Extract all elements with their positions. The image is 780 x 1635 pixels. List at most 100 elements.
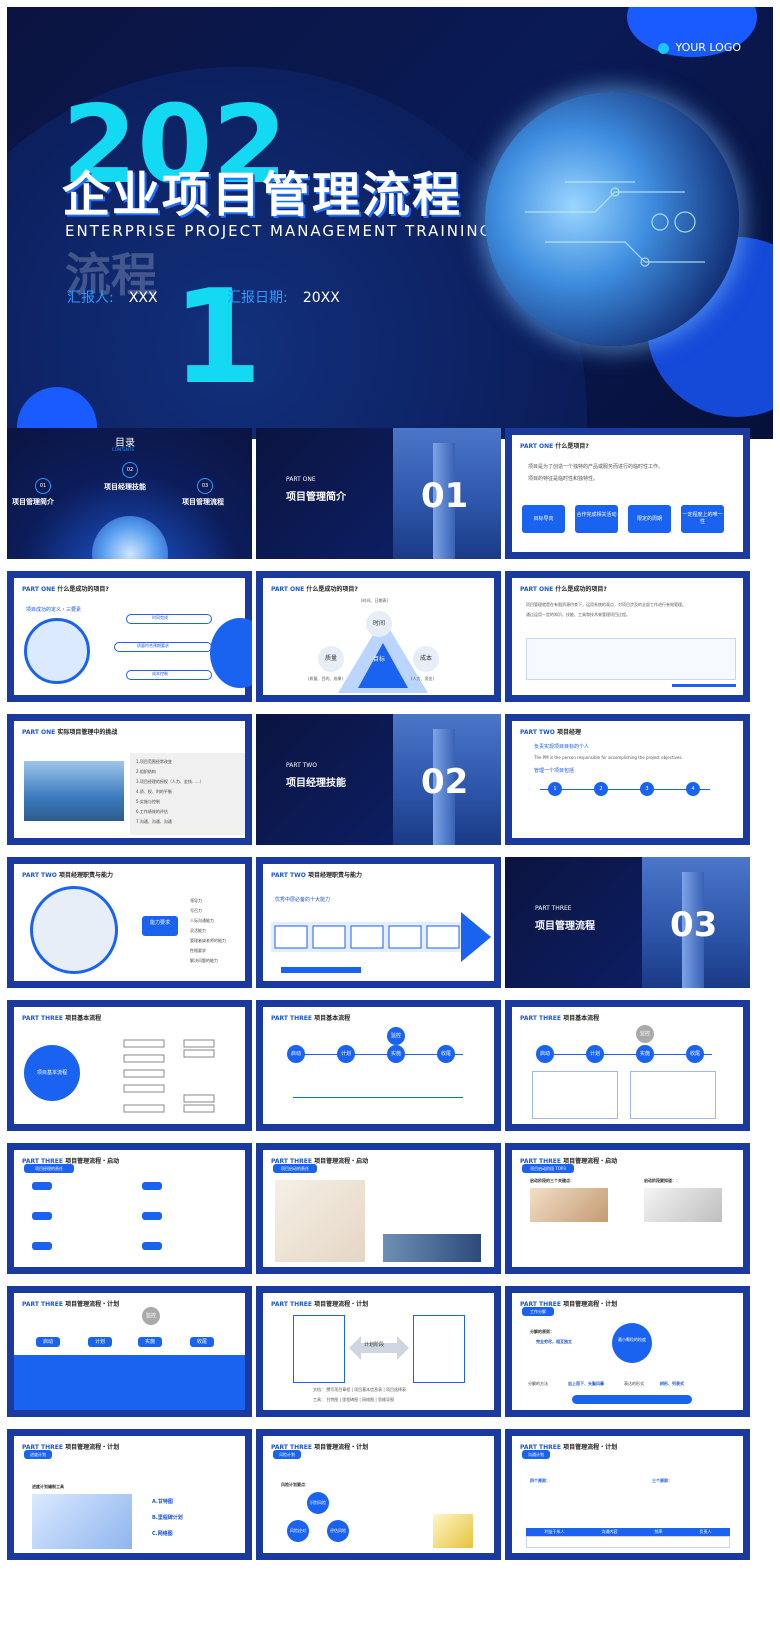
toc-item-3[interactable]: 项目管理流程	[182, 497, 224, 507]
slide-canvas: PART ONE 什么是项目? 项目是为了创造一个独特的产品或服务而进行的临时性…	[512, 435, 743, 552]
node-plan: 计划	[88, 1337, 112, 1347]
ability-pie	[30, 886, 118, 974]
slide-header: PART TWO 项目经理	[520, 729, 581, 736]
slide-header: PART THREE 项目管理流程・计划	[271, 1301, 369, 1308]
node-monitor: 监控	[636, 1025, 654, 1043]
slide-start-2[interactable]: PART THREE 项目管理流程・启动 项目启动的责任	[256, 1143, 501, 1274]
toc-item-1[interactable]: 项目管理简介	[12, 497, 54, 507]
step-4: 4	[686, 782, 700, 796]
col-frequency: 频率	[654, 1529, 663, 1534]
pm-en: The PM is the person responsible for acc…	[534, 755, 683, 760]
slide-success-1[interactable]: PART ONE 什么是成功的项目? 项目成功的定义・三要素 时间完成 质量符合…	[7, 571, 252, 702]
ability-5: 管理者或老师的能力	[190, 938, 226, 943]
flow-tree	[123, 1039, 215, 1113]
ability-list: 领导力 号召力 人际沟通能力 灵活能力 管理者或老师的能力 性格要求 解决问题的…	[190, 896, 226, 966]
slide-canvas: PART ONE 什么是成功的项目? 项目成功的定义・三要素 时间完成 质量符合…	[14, 578, 252, 695]
slide-toc[interactable]: 目录 CONTENTS 01 项目管理简介 02 项目经理技能 03 项目管理流…	[7, 428, 252, 559]
ability-center: 能力要求	[142, 916, 178, 936]
slide-plan-2[interactable]: PART THREE 项目管理流程・计划 计划阶段 文档： 撰写项目章程 | 项…	[256, 1286, 501, 1417]
reporter-label: 汇报人:	[67, 290, 114, 306]
risk-label: 风险计划	[273, 1450, 301, 1459]
slide-canvas: PART THREE 项目管理流程・计划 进度计划 进度计划编制工具 A.甘特图…	[14, 1436, 245, 1553]
wbs-method-value: 自上而下、头脑风暴	[568, 1381, 604, 1386]
node-quality: 质量	[318, 646, 344, 672]
info-box	[526, 638, 736, 680]
wbs-center: 最小颗粒的粒度	[612, 1323, 652, 1363]
slide-plan-6[interactable]: PART THREE 项目管理流程・计划 沟通计划 四个原则： 三个原则： 利益…	[505, 1429, 750, 1560]
tool-network: C.网络图	[152, 1531, 173, 1537]
part-number: 03	[670, 905, 718, 945]
ability-6: 性格要求	[190, 948, 206, 953]
schedule-label: 进度计划	[24, 1450, 52, 1459]
slide-header: PART THREE 项目基本流程	[22, 1015, 102, 1022]
ability-2: 号召力	[190, 908, 202, 913]
slide-canvas: PART TWO 项目经理职责与能力 优秀中层必备的十大能力	[263, 864, 494, 981]
slide-part-two[interactable]: PART TWO 项目经理技能 02	[256, 714, 501, 845]
success-photo	[24, 618, 90, 684]
pm-subtitle: 负责实现项目目标的个人	[534, 744, 590, 750]
slide-what-project[interactable]: PART ONE 什么是项目? 项目是为了创造一个独特的产品或服务而进行的临时性…	[505, 428, 750, 559]
slide-plan-1[interactable]: PART THREE 项目管理流程・计划 启动 计划 实施 收尾 监控	[7, 1286, 252, 1417]
timeline-line	[293, 1097, 463, 1098]
ability-4: 灵活能力	[190, 928, 206, 933]
plan-blue-band	[14, 1355, 245, 1410]
node-time: 时间	[366, 611, 392, 637]
slide-header: PART ONE 什么是成功的项目?	[520, 586, 607, 593]
slide-plan-3[interactable]: PART THREE 项目管理流程・计划 工作分解 分解的原则： 完全穷尽，相互…	[505, 1286, 750, 1417]
slide-canvas: PART THREE 项目管理流程・计划 计划阶段 文档： 撰写项目章程 | 项…	[263, 1293, 494, 1410]
date-value: 20XX	[302, 290, 340, 306]
note-quality: (质量、目的、成果)	[308, 676, 344, 681]
challenge-7: 7.沟通、沟通、沟通	[136, 819, 172, 824]
note-time: (时间、日期表)	[361, 598, 389, 603]
node-close: 收尾	[190, 1337, 214, 1347]
slide-canvas: PART ONE 实际项目管理中的挑战 1.项目范围经常改变 2.组织结构 3.…	[14, 721, 245, 838]
slide-part-three[interactable]: PART THREE 项目管理流程 03	[505, 857, 750, 988]
ability-7: 解决问题的能力	[190, 958, 218, 963]
coffee-photo	[433, 1514, 473, 1548]
slide-basic-flow-3[interactable]: PART THREE 项目基本流程 启动 计划 实施 收尾 监控	[505, 1000, 750, 1131]
slide-header: PART THREE 项目管理流程・计划	[22, 1301, 120, 1308]
slide-header: PART THREE 项目基本流程	[520, 1015, 600, 1022]
slide-basic-flow-2[interactable]: PART THREE 项目基本流程 启动 计划 实施 收尾 监控	[256, 1000, 501, 1131]
node-cost: 成本	[413, 646, 439, 672]
tag-6	[142, 1242, 162, 1250]
slide-success-2[interactable]: PART ONE 什么是成功的项目? 时间 质量 成本 目标 (时间、日期表) …	[256, 571, 501, 702]
detail-box-left	[532, 1071, 618, 1119]
node-start: 启动	[36, 1337, 60, 1347]
challenge-4: 4.质、权、利的平衡	[136, 789, 172, 794]
slide-pm-abilities-2[interactable]: PART TWO 项目经理职责与能力 优秀中层必备的十大能力	[256, 857, 501, 988]
slide-challenges[interactable]: PART ONE 实际项目管理中的挑战 1.项目范围经常改变 2.组织结构 3.…	[7, 714, 252, 845]
slide-pm-abilities-1[interactable]: PART TWO 项目经理职责与能力 能力要求 领导力 号召力 人际沟通能力 灵…	[7, 857, 252, 988]
toc-item-2[interactable]: 项目经理技能	[104, 482, 146, 492]
slide-header: PART ONE 什么是成功的项目?	[22, 586, 109, 593]
bullet-2: 通过运用一定的知识、技能、工具和技术来管理项目过程。	[526, 612, 630, 617]
bullet-1: 项目管理就是在有限资源约束下，运用系统的观点，对项目涉及的全部工作进行有效管理。	[526, 602, 686, 607]
plan-center: 计划阶段	[364, 1342, 385, 1348]
slide-success-3[interactable]: PART ONE 什么是成功的项目? 项目管理就是在有限资源约束下，运用系统的观…	[505, 571, 750, 702]
part-label: PART TWO	[286, 762, 317, 769]
node-execute: 实施	[387, 1045, 405, 1063]
photo-right	[644, 1188, 722, 1222]
slide-pm[interactable]: PART TWO 项目经理 负责实现项目目标的个人 The PM is the …	[505, 714, 750, 845]
slide-canvas: PART THREE 项目基本流程 启动 计划 实施 收尾 监控	[512, 1007, 743, 1124]
toc-num-3: 03	[197, 478, 213, 494]
box-3: 限定的周期	[628, 505, 671, 533]
slide-canvas: PART ONE 什么是成功的项目? 项目管理就是在有限资源约束下，运用系统的观…	[512, 578, 743, 695]
toc-subtitle: CONTENTS	[112, 447, 134, 452]
cover-date: 汇报日期: 20XX	[227, 287, 340, 307]
pm-section: 管理一个项目包括	[534, 768, 575, 774]
slide-plan-4[interactable]: PART THREE 项目管理流程・计划 进度计划 进度计划编制工具 A.甘特图…	[7, 1429, 252, 1560]
ability-3: 人际沟通能力	[190, 918, 214, 923]
slide-basic-flow-1[interactable]: PART THREE 项目基本流程 项目基本流程	[7, 1000, 252, 1131]
slide-plan-5[interactable]: PART THREE 项目管理流程・计划 风险计划 风险计划要点： 识别风险 风…	[256, 1429, 501, 1560]
col-right-title: 启动阶段要知道：：	[644, 1178, 680, 1183]
slide-start-3[interactable]: PART THREE 项目管理流程・启动 项目启动阶段 TOP3 启动阶段的三个…	[505, 1143, 750, 1274]
risk-evaluate: 评估风险	[327, 1520, 349, 1542]
challenge-3: 3.项目经理的授权（人力、金钱……）	[136, 779, 204, 784]
slide-start-1[interactable]: PART THREE 项目管理流程・启动 项目经理的责任	[7, 1143, 252, 1274]
comm-col-left: 四个原则：	[530, 1478, 550, 1483]
slide-part-one[interactable]: PART ONE 项目管理简介 01	[256, 428, 501, 559]
date-label: 汇报日期:	[227, 290, 288, 306]
bullet-2: 项目的特征是临时性和独特性。	[528, 476, 599, 482]
part-title: 项目管理流程	[535, 921, 595, 932]
